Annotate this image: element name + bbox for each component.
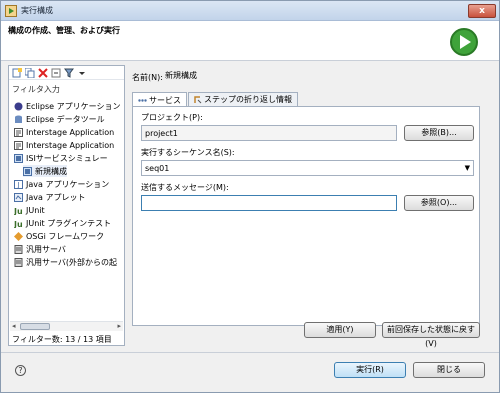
svg-text:Ju: Ju — [14, 220, 23, 228]
new-config-icon[interactable] — [12, 67, 22, 78]
eclipse-icon — [14, 102, 23, 110]
filter-icon[interactable] — [64, 68, 74, 78]
tree-item-isi-simulator[interactable]: ISIサービスシミュレー — [14, 152, 108, 164]
interstage-icon — [14, 127, 23, 137]
java-applet-icon — [14, 192, 23, 202]
dialog-header: 構成の作成、管理、および実行 — [1, 21, 499, 61]
sequence-label: 実行するシーケンス名(S): — [141, 148, 235, 157]
run-button[interactable]: 実行(R) — [334, 362, 406, 378]
project-label: プロジェクト(P): — [141, 113, 203, 122]
dialog-footer: ? 実行(R) 閉じる — [1, 357, 499, 392]
tab-step-wrap-info[interactable]: ステップの折り返し情報 — [188, 92, 298, 106]
scroll-thumb[interactable] — [20, 323, 50, 330]
tree-item-osgi[interactable]: OSGi フレームワーク — [14, 230, 104, 242]
close-icon: x — [479, 6, 485, 16]
name-label: 名前(N): — [132, 73, 163, 82]
dropdown-icon[interactable] — [77, 68, 87, 78]
junit-icon: Ju — [14, 207, 23, 215]
tree-item-eclipse-app[interactable]: Eclipse アプリケーション — [14, 100, 120, 112]
window-title: 実行構成 — [21, 6, 53, 15]
filter-input[interactable]: フィルタ入力 — [12, 84, 60, 95]
tab-strip: サービス ステップの折り返し情報 — [132, 92, 299, 107]
tree-item-interstage-1[interactable]: Interstage Application — [14, 126, 114, 138]
configuration-list-pane: フィルタ入力 Eclipse アプリケーション Eclipse データツール I… — [8, 65, 125, 346]
junit-plugin-icon: Ju — [14, 220, 23, 228]
filter-count: フィルター数: 13 / 13 項目 — [12, 335, 112, 344]
service-icon — [138, 98, 147, 102]
tree-item-generic-server[interactable]: 汎用サーバ — [14, 243, 66, 255]
footer-separator — [1, 352, 499, 353]
scroll-right-icon[interactable]: ▸ — [117, 322, 121, 330]
browse-project-button[interactable]: 参照(B)... — [404, 125, 474, 141]
help-icon[interactable]: ? — [15, 365, 26, 376]
tree-item-eclipse-data-tool[interactable]: Eclipse データツール — [14, 113, 105, 125]
osgi-icon — [14, 231, 23, 241]
close-window-button[interactable]: x — [468, 4, 496, 18]
svg-text:Ju: Ju — [14, 207, 23, 215]
tree-item-generic-server-external[interactable]: 汎用サーバ(外部からの起 — [14, 256, 117, 268]
delete-icon[interactable] — [38, 67, 48, 78]
isi-simulator-icon — [14, 153, 23, 163]
tree-item-interstage-2[interactable]: Interstage Application — [14, 139, 114, 151]
run-configurations-dialog: 実行構成 x 構成の作成、管理、および実行 フィルタ入力 Eclipse アプリ… — [0, 0, 500, 393]
data-tool-icon — [15, 115, 22, 123]
duplicate-icon[interactable] — [25, 67, 35, 78]
run-large-icon — [450, 28, 478, 56]
project-field[interactable]: project1 — [141, 125, 397, 141]
tree-item-java-applet[interactable]: Java アプレット — [14, 191, 85, 203]
chevron-down-icon: ▼ — [464, 164, 470, 172]
step-icon — [194, 95, 202, 103]
tree-item-junit-plugin[interactable]: Ju JUnit プラグインテスト — [14, 217, 111, 229]
configuration-detail-pane: 名前(N): 新規構成 サービス ステップの折り返し情報 プロジェクト(P): … — [130, 65, 494, 348]
server-external-icon — [14, 257, 23, 267]
scroll-left-icon[interactable]: ◂ — [12, 322, 16, 330]
apply-button[interactable]: 適用(Y) — [304, 322, 376, 338]
config-icon — [23, 166, 32, 176]
message-label: 送信するメッセージ(M): — [141, 183, 229, 192]
collapse-all-icon[interactable] — [51, 68, 61, 78]
tree-item-java-app[interactable]: J Java アプリケーション — [14, 178, 109, 190]
tab-service[interactable]: サービス — [132, 92, 187, 107]
service-tab-panel: プロジェクト(P): project1 参照(B)... 実行するシーケンス名(… — [132, 106, 480, 326]
revert-button[interactable]: 前回保存した状態に戻す(V) — [382, 322, 480, 348]
interstage-icon — [14, 140, 23, 150]
left-toolbar — [9, 66, 124, 80]
browse-message-button[interactable]: 参照(O)... — [404, 195, 474, 211]
tree-item-junit[interactable]: Ju JUnit — [14, 204, 45, 216]
configuration-tree: Eclipse アプリケーション Eclipse データツール Intersta… — [9, 100, 124, 320]
header-title: 構成の作成、管理、および実行 — [8, 26, 120, 35]
sequence-select[interactable]: seq01 ▼ — [141, 160, 474, 176]
svg-text:J: J — [16, 181, 19, 189]
title-bar: 実行構成 x — [1, 1, 499, 21]
tree-horizontal-scrollbar[interactable]: ◂ ▸ — [10, 321, 123, 331]
app-icon — [5, 4, 17, 17]
tree-item-new-config[interactable]: 新規構成 — [23, 165, 67, 177]
sequence-select-value: seq01 — [145, 163, 170, 173]
message-field[interactable] — [141, 195, 397, 211]
java-app-icon: J — [14, 179, 23, 189]
close-button[interactable]: 閉じる — [413, 362, 485, 378]
server-icon — [14, 244, 23, 254]
name-field[interactable]: 新規構成 — [165, 70, 197, 81]
